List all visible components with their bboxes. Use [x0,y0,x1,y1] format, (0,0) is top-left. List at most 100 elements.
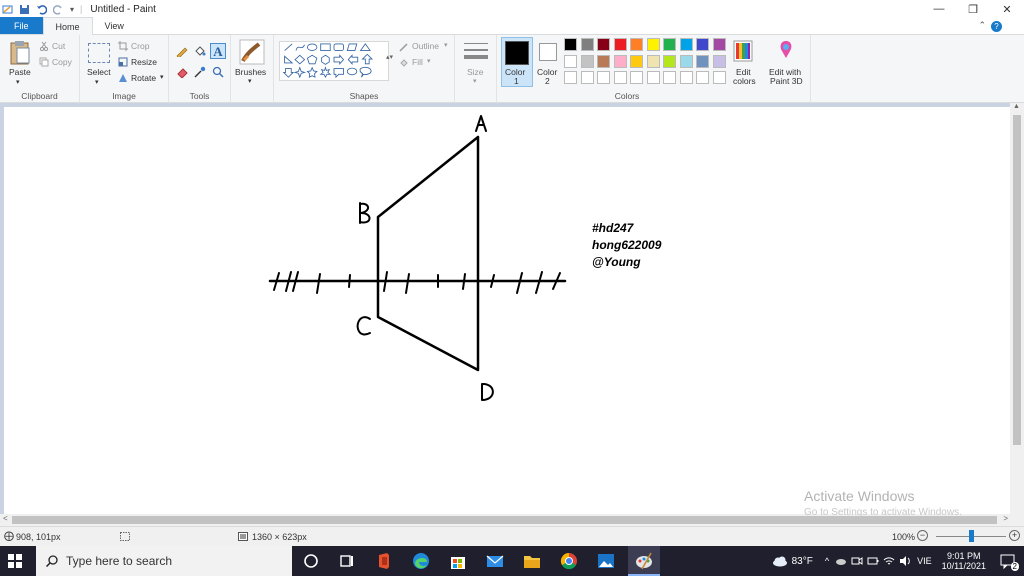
eraser-icon[interactable] [176,66,188,78]
palette-swatch[interactable] [630,54,643,68]
tab-file[interactable]: File [0,17,43,34]
rotate-label[interactable]: Rotate [131,73,156,83]
palette-swatch[interactable] [679,71,693,84]
cloud-sync-icon[interactable] [835,555,847,567]
color2-swatch[interactable] [539,43,557,61]
resize-icon[interactable] [118,57,128,67]
battery-plug-icon[interactable] [867,555,879,567]
shapes-scroll-icon[interactable]: ▴▾ [386,53,393,61]
drawing-canvas[interactable]: #hd247 hong622009 @Young [4,107,1010,514]
maximize-button[interactable]: ❐ [956,0,990,18]
zoom-slider-thumb[interactable] [968,530,974,542]
help-icon[interactable]: ? [991,21,1002,32]
select-dropdown-icon[interactable]: ▾ [95,78,99,86]
minimize-button[interactable]: — [922,0,956,18]
brushes-label[interactable]: Brushes [235,67,266,77]
wifi-icon[interactable] [883,555,895,567]
color-picker-icon[interactable] [194,66,206,78]
fill-icon[interactable] [399,58,409,68]
edge-icon[interactable] [411,551,431,571]
cut-label[interactable]: Cut [52,41,65,51]
cut-icon[interactable] [39,41,49,51]
palette-swatch[interactable] [597,71,610,84]
palette-swatch[interactable] [663,54,676,68]
scroll-left-icon[interactable]: < [3,514,8,523]
palette-swatch[interactable] [564,38,577,51]
select-icon[interactable] [88,43,110,63]
meet-now-icon[interactable] [851,555,863,567]
fill-label[interactable]: Fill [412,57,423,67]
tab-view[interactable]: View [93,17,136,34]
file-explorer-icon[interactable] [522,551,542,571]
palette-swatch[interactable] [580,71,594,84]
paint3d-icon[interactable] [778,40,794,62]
palette-swatch[interactable] [580,54,594,68]
select-label[interactable]: Select [87,67,111,77]
undo-icon[interactable] [36,4,47,15]
collapse-ribbon-icon[interactable]: ⌃ [978,20,986,31]
paste-icon[interactable] [9,40,31,66]
fill-dropdown-icon[interactable]: ▾ [427,57,431,65]
palette-swatch[interactable] [663,38,676,51]
palette-swatch[interactable] [712,54,726,68]
photos-icon[interactable] [596,551,616,571]
vertical-scroll-thumb[interactable] [1013,115,1021,445]
cortana-icon[interactable] [301,551,321,571]
palette-swatch[interactable] [630,38,643,51]
palette-swatch[interactable] [646,54,660,68]
palette-swatch[interactable] [679,38,693,51]
customize-qat-icon[interactable]: ▾ [70,5,74,14]
save-icon[interactable] [19,4,30,15]
palette-swatch[interactable] [646,38,660,51]
palette-swatch[interactable] [712,38,726,51]
paste-label[interactable]: Paste [9,67,31,77]
brushes-icon[interactable] [239,39,265,65]
vertical-scrollbar[interactable]: ▲ [1010,103,1024,514]
chrome-icon[interactable] [559,551,579,571]
mail-icon[interactable] [485,551,505,571]
palette-swatch[interactable] [564,54,577,68]
fill-bucket-icon[interactable] [194,45,206,57]
tab-home[interactable]: Home [42,17,93,35]
volume-icon[interactable] [899,555,911,567]
edit-paint3d-label-2[interactable]: Paint 3D [770,76,803,86]
tray-overflow-icon[interactable]: ^ [825,556,829,566]
clock[interactable]: 9:01 PM 10/11/2021 [942,551,986,571]
edit-colors-icon[interactable] [733,40,753,62]
zoom-out-icon[interactable]: − [917,530,928,541]
palette-swatch[interactable] [696,54,709,68]
palette-swatch[interactable] [712,71,726,84]
notification-center-icon[interactable]: 2 [1000,553,1019,571]
palette-swatch[interactable] [597,38,610,51]
palette-swatch[interactable] [613,38,627,51]
palette-swatch[interactable] [613,71,627,84]
palette-swatch[interactable] [696,71,709,84]
store-icon[interactable] [448,551,468,571]
scroll-right-icon[interactable]: > [1003,514,1008,523]
palette-swatch[interactable] [564,71,577,84]
palette-swatch[interactable] [630,71,643,84]
office-icon[interactable] [374,551,394,571]
taskbar-search-box[interactable]: Type here to search [36,546,292,576]
brushes-dropdown-icon[interactable]: ▾ [248,77,252,85]
task-view-icon[interactable] [337,551,357,571]
rotate-icon[interactable] [118,73,128,83]
weather-temp[interactable]: 83°F [792,556,813,567]
outline-dropdown-icon[interactable]: ▾ [444,41,448,49]
size-icon[interactable] [464,41,488,63]
start-windows-icon[interactable] [8,554,22,568]
palette-swatch[interactable] [580,38,594,51]
scroll-up-icon[interactable]: ▲ [1013,103,1020,110]
weather-icon[interactable] [772,555,788,567]
palette-swatch[interactable] [613,54,627,68]
color1-swatch[interactable] [505,41,529,65]
outline-label[interactable]: Outline [412,41,439,51]
crop-label[interactable]: Crop [131,41,149,51]
rotate-dropdown-icon[interactable]: ▾ [160,73,164,81]
magnifier-icon[interactable] [212,66,224,78]
outline-icon[interactable] [399,42,409,52]
palette-swatch[interactable] [646,71,660,84]
crop-icon[interactable] [118,41,128,51]
pencil-icon[interactable] [176,45,188,57]
text-tool-icon[interactable]: A [210,43,226,59]
